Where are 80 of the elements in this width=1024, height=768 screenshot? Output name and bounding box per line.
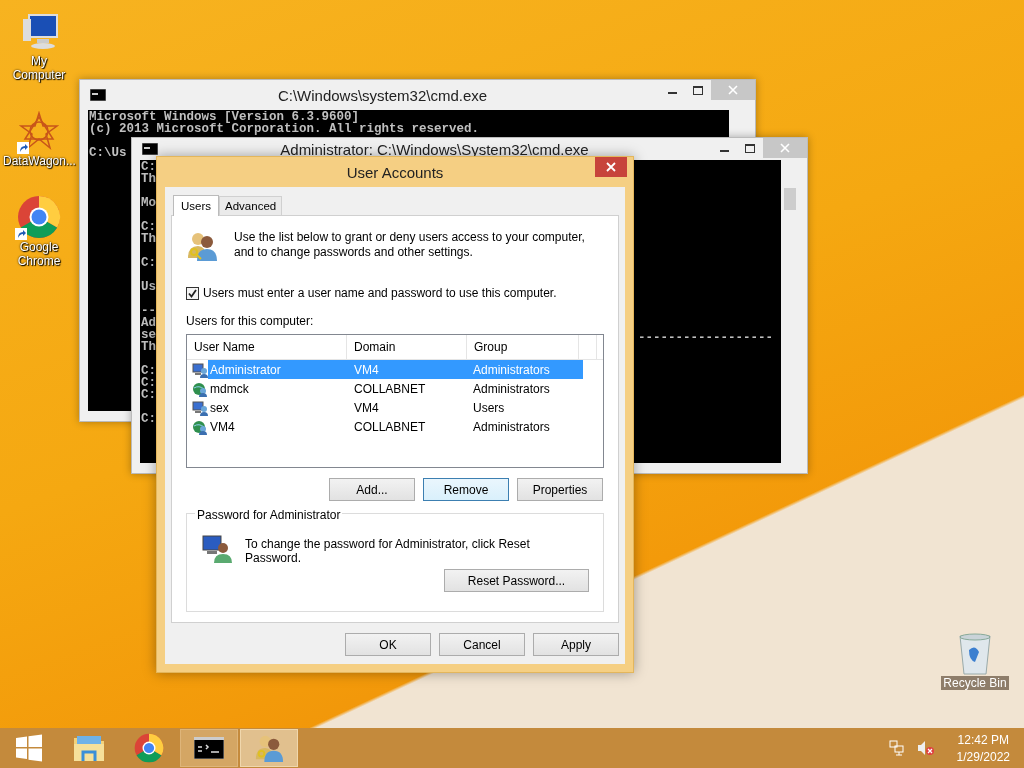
table-cell-text: Administrator: [209, 362, 282, 377]
console-line: Th: [141, 341, 156, 353]
button[interactable]: Add...: [329, 478, 415, 501]
console-line: C:: [141, 221, 156, 233]
console-line: C:: [141, 413, 156, 425]
folder-icon: [73, 734, 105, 762]
users-icon: [186, 230, 218, 262]
table-cell-text: VM4: [209, 419, 236, 434]
table-cell-text: Administrators: [473, 419, 551, 434]
muted-speaker-icon[interactable]: [916, 740, 935, 756]
column-header[interactable]: Group: [467, 335, 579, 359]
window-title: Administrator: C:\Windows\System32\cmd.exe: [279, 140, 590, 158]
chrome-icon: [134, 733, 164, 763]
close-icon: [606, 162, 616, 172]
table-cell-text: COLLABNET: [354, 381, 427, 396]
console-line: C:: [141, 257, 156, 269]
desktop-icon-label[interactable]: Recycle Bin: [941, 676, 1009, 690]
description-text: Use the list below to grant or deny users access to your computer, and to change passwords and other settings.: [234, 230, 586, 260]
table-row[interactable]: mdmck COLLABNET Administrators: [208, 379, 583, 398]
button[interactable]: Apply: [533, 633, 619, 656]
console-line: Microsoft Windows [Version 6.3.9600]: [89, 111, 360, 123]
window-title: C:\Windows\system32\cmd.exe: [276, 86, 489, 104]
window-title: User Accounts: [345, 163, 445, 181]
table-cell-text: VM4: [354, 362, 380, 377]
globe-user-icon: [192, 418, 208, 435]
checkbox-label[interactable]: Users must enter a user name and password to use this computer.: [203, 286, 557, 300]
button[interactable]: Properties: [517, 478, 603, 501]
console-line: --: [141, 305, 156, 317]
network-icon[interactable]: [888, 740, 905, 756]
table-cell-text: mdmck: [209, 381, 250, 396]
table-row[interactable]: VM4 COLLABNET Administrators: [208, 417, 583, 436]
console-line: (c) 2013 Microsoft Corporation. All rights reserved.: [89, 123, 480, 135]
checkmark-icon: [188, 288, 197, 298]
taskbar-button[interactable]: [180, 729, 238, 767]
user-computer-icon: [201, 532, 233, 564]
console-line: C:: [141, 365, 156, 377]
button[interactable]: OK: [345, 633, 431, 656]
console-line: Th: [141, 233, 156, 245]
column-header[interactable]: Domain: [347, 335, 467, 359]
table-cell-text: Administrators: [473, 362, 551, 377]
close-button[interactable]: [595, 157, 627, 177]
checkbox[interactable]: [186, 286, 199, 300]
console-line: C:: [141, 161, 156, 173]
button[interactable]: Cancel: [439, 633, 525, 656]
console-line: Ad: [141, 317, 156, 329]
reset-password-button[interactable]: Reset Password...: [444, 569, 589, 592]
button[interactable]: Remove: [423, 478, 509, 501]
description-text: To change the password for Administrator, click Reset Password.: [245, 536, 531, 565]
console-line: C:\Us: [89, 147, 127, 159]
recycle-bin-icon[interactable]: [957, 632, 993, 676]
globe-user-icon: [192, 380, 208, 397]
table-cell-text: Administrators: [473, 381, 551, 396]
chrome-icon[interactable]: [17, 195, 61, 239]
list-label: Users for this computer:: [186, 314, 315, 328]
tab[interactable]: Users: [173, 195, 220, 216]
table-cell-text: VM4: [354, 400, 380, 415]
table-cell-text: COLLABNET: [354, 419, 427, 434]
table-row[interactable]: sex VM4 Users: [208, 398, 583, 417]
tab[interactable]: Advanced: [219, 196, 283, 215]
console-line: Mo: [141, 197, 156, 209]
computer-user-icon: [192, 399, 208, 416]
console-line: C:: [141, 389, 156, 401]
close-icon: [728, 85, 738, 95]
console-icon: [142, 143, 158, 155]
console-line: Us: [141, 281, 156, 293]
console-icon: [90, 89, 106, 101]
star-icon[interactable]: [19, 111, 59, 151]
users-icon: [254, 733, 284, 763]
computer-user-icon: [192, 361, 208, 378]
table-cell-text: sex: [209, 400, 230, 415]
console-line: se: [141, 329, 156, 341]
column-header[interactable]: User Name: [187, 335, 347, 359]
table-cell-text: Users: [473, 400, 506, 415]
console-line: ------------------: [637, 332, 773, 344]
close-icon: [780, 143, 790, 153]
console-icon: [194, 737, 224, 759]
console-line: Th: [141, 173, 156, 185]
group-title: Password for Administrator: [195, 508, 343, 522]
console-line: C:: [141, 377, 156, 389]
windows-logo-icon: [15, 734, 43, 762]
